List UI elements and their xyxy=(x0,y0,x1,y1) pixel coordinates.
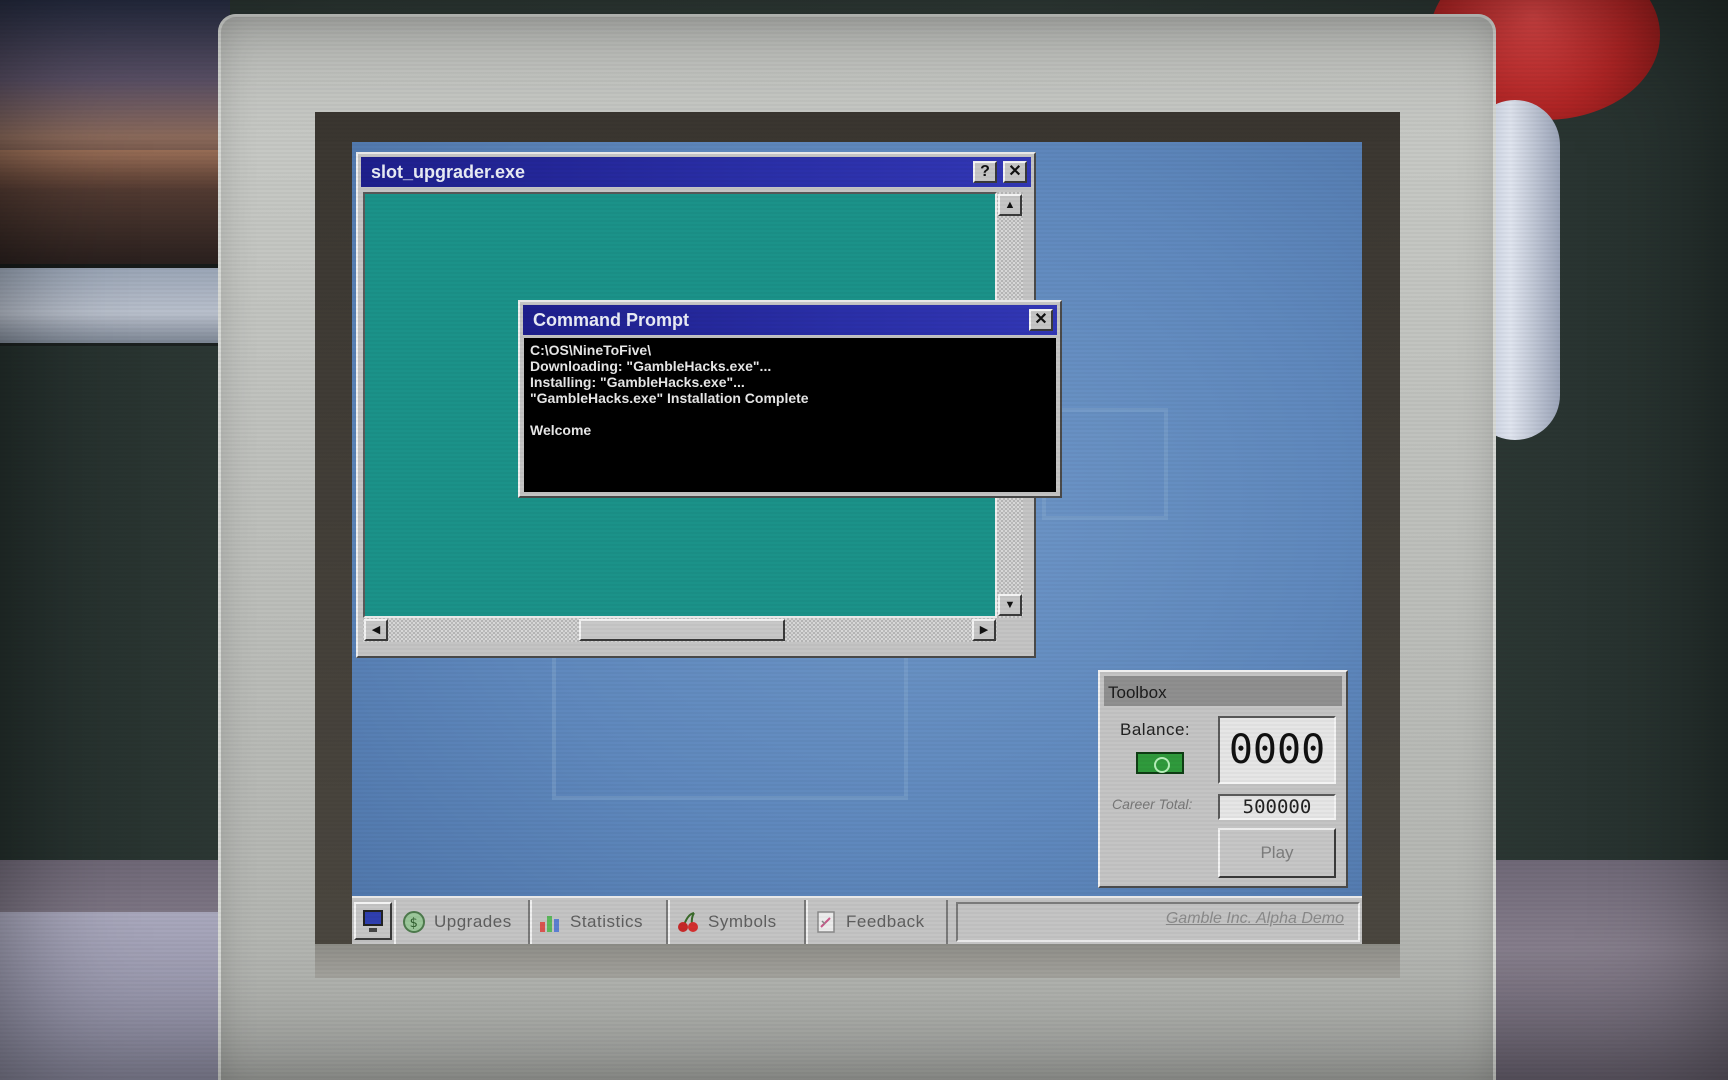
balance-label: Balance: xyxy=(1120,720,1191,739)
console-line: Downloading: "GambleHacks.exe"... xyxy=(530,358,772,374)
computer-icon xyxy=(363,910,383,932)
close-button[interactable]: ✕ xyxy=(1003,161,1027,183)
console-line: "GambleHacks.exe" Installation Complete xyxy=(530,390,809,406)
window-title: slot_upgrader.exe xyxy=(371,162,526,182)
version-label: Gamble Inc. Alpha Demo xyxy=(1165,910,1344,927)
play-button[interactable]: Play xyxy=(1218,828,1336,878)
horizontal-scrollbar[interactable]: ◀ ▶ xyxy=(363,618,997,642)
help-button[interactable]: ? xyxy=(973,161,997,183)
career-total-display: 500000 xyxy=(1218,794,1336,820)
cash-icon xyxy=(1136,752,1184,774)
console-line: Welcome xyxy=(530,422,592,438)
system-tray: Gamble Inc. Alpha Demo xyxy=(956,902,1360,942)
scroll-left-button[interactable]: ◀ xyxy=(364,619,388,641)
career-total-label: Career Total: xyxy=(1112,796,1193,812)
horizontal-scroll-thumb[interactable] xyxy=(579,619,785,641)
tab-feedback[interactable]: Feedback xyxy=(806,900,948,944)
scroll-up-button[interactable]: ▲ xyxy=(998,194,1022,216)
shelf xyxy=(0,268,230,346)
toolbox-panel: Toolbox Balance: 0000 Career Total: 5000… xyxy=(1098,670,1348,888)
console-line: Installing: "GambleHacks.exe"... xyxy=(530,374,745,390)
tab-label: Feedback xyxy=(846,912,925,931)
tab-label: Statistics xyxy=(570,912,644,931)
console-output: C:\OS\NineToFive\ Downloading: "GambleHa… xyxy=(524,338,1056,492)
bar-chart-icon xyxy=(540,916,559,932)
tab-statistics[interactable]: Statistics xyxy=(530,900,668,944)
window-title: Command Prompt xyxy=(533,310,690,330)
cherries-icon xyxy=(678,912,698,932)
landscape-poster xyxy=(0,0,230,268)
desktop-screen: slot_upgrader.exe ? ✕ ▲ ▼ ◀ ▶ Command Pr… xyxy=(352,142,1362,944)
svg-text:$: $ xyxy=(410,916,419,931)
command-prompt-titlebar[interactable]: Command Prompt ✕ xyxy=(523,305,1057,335)
monitor-recess-bottom xyxy=(315,944,1400,978)
document-pencil-icon xyxy=(817,911,835,933)
toolbox-title: Toolbox xyxy=(1104,676,1342,706)
start-button[interactable] xyxy=(354,902,392,940)
slot-upgrader-titlebar[interactable]: slot_upgrader.exe ? ✕ xyxy=(361,157,1031,187)
balance-display: 0000 xyxy=(1218,716,1336,784)
desk-corner xyxy=(0,912,240,1080)
dollar-coin-icon: $ xyxy=(403,911,425,933)
scroll-down-button[interactable]: ▼ xyxy=(998,594,1022,616)
command-prompt-window[interactable]: Command Prompt ✕ C:\OS\NineToFive\ Downl… xyxy=(518,300,1062,498)
taskbar: $ Upgrades Statistics Symbols Feedback G… xyxy=(352,896,1362,944)
console-line: C:\OS\NineToFive\ xyxy=(530,342,652,358)
tab-upgrades[interactable]: $ Upgrades xyxy=(394,900,530,944)
tab-label: Upgrades xyxy=(434,912,512,931)
scroll-right-button[interactable]: ▶ xyxy=(972,619,996,641)
tab-symbols[interactable]: Symbols xyxy=(668,900,806,944)
tab-label: Symbols xyxy=(708,912,777,931)
close-button[interactable]: ✕ xyxy=(1029,309,1053,331)
